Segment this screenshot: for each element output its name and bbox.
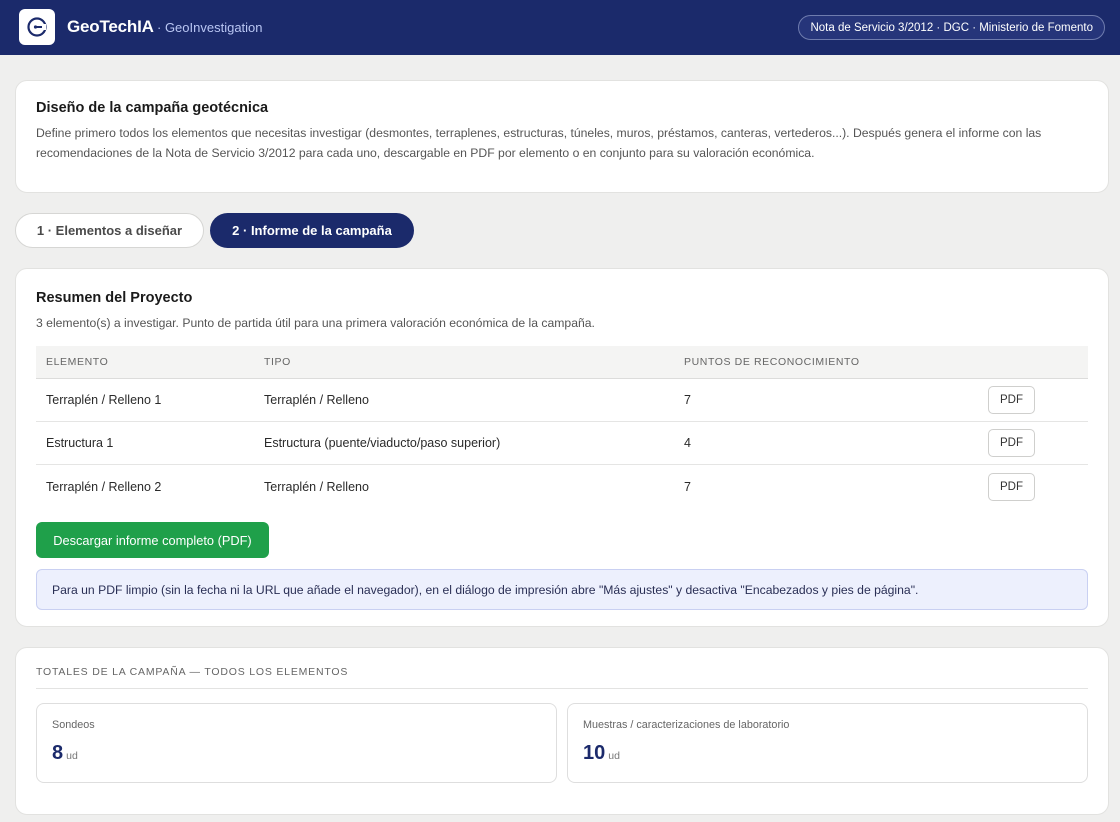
- normative-badge: Nota de Servicio 3/2012 · DGC · Minister…: [798, 15, 1105, 40]
- totals-heading: TOTALES DE LA CAMPAÑA — TODOS LOS ELEMEN…: [36, 666, 349, 678]
- tab-informe[interactable]: 2 · Informe de la campaña: [210, 213, 414, 248]
- cell-elemento: Estructura 1: [46, 436, 114, 450]
- stat-number: 10: [583, 742, 606, 764]
- stat-sondeos: Sondeos 8 ud: [36, 703, 557, 783]
- app-logo[interactable]: [19, 9, 55, 45]
- download-full-report-button[interactable]: Descargar informe completo (PDF): [36, 522, 269, 558]
- cell-elemento: Terraplén / Relleno 1: [46, 393, 162, 407]
- stat-value: 8 ud: [52, 742, 78, 765]
- column-header-elemento: ELEMENTO: [46, 356, 109, 368]
- table-header: ELEMENTO TIPO PUNTOS DE RECONOCIMIENTO: [36, 346, 1088, 379]
- table-row: Terraplén / Relleno 1 Terraplén / Rellen…: [36, 379, 1088, 422]
- intro-title: Diseño de la campaña geotécnica: [36, 100, 269, 116]
- stat-label: Muestras / caracterizaciones de laborato…: [583, 719, 790, 731]
- cell-puntos: 4: [684, 436, 691, 450]
- pdf-button[interactable]: PDF: [988, 429, 1035, 457]
- cell-tipo: Estructura (puente/viaducto/paso superio…: [264, 436, 501, 450]
- table-row: Terraplén / Relleno 2 Terraplén / Rellen…: [36, 465, 1088, 508]
- stat-muestras: Muestras / caracterizaciones de laborato…: [567, 703, 1088, 783]
- intro-text: Define primero todos los elementos que n…: [36, 126, 1042, 160]
- top-bar: GeoTechIA · GeoInvestigation Nota de Ser…: [0, 0, 1120, 55]
- summary-title: Resumen del Proyecto: [36, 290, 193, 306]
- brand-subtitle: · GeoInvestigation: [157, 20, 263, 35]
- logo-icon: [27, 17, 47, 37]
- cell-puntos: 7: [684, 479, 691, 494]
- cell-elemento: Terraplén / Relleno 2: [46, 479, 162, 494]
- brand-name: GeoTechIA: [67, 17, 154, 36]
- pdf-button[interactable]: PDF: [988, 472, 1035, 501]
- stat-unit: ud: [608, 750, 620, 762]
- stat-number: 8: [52, 742, 64, 764]
- summary-card: Resumen del Proyecto 3 elemento(s) a inv…: [15, 268, 1109, 627]
- cell-tipo: Terraplén / Relleno: [264, 479, 369, 494]
- stat-value: 10 ud: [583, 742, 620, 765]
- pdf-button[interactable]: PDF: [988, 386, 1035, 414]
- stat-unit: ud: [66, 750, 78, 762]
- intro-card: Diseño de la campaña geotécnica Define p…: [15, 80, 1109, 193]
- summary-subtitle: 3 elemento(s) a investigar. Punto de par…: [36, 316, 595, 330]
- divider: [36, 688, 1088, 689]
- elements-table: ELEMENTO TIPO PUNTOS DE RECONOCIMIENTO T…: [36, 346, 1088, 508]
- print-tip-notice: Para un PDF limpio (sin la fecha ni la U…: [36, 569, 1088, 610]
- tab-elementos[interactable]: 1 · Elementos a diseñar: [15, 213, 204, 248]
- cell-puntos: 7: [684, 393, 691, 407]
- column-header-puntos: PUNTOS DE RECONOCIMIENTO: [684, 356, 860, 368]
- stat-label: Sondeos: [52, 719, 95, 731]
- cell-tipo: Terraplén / Relleno: [264, 393, 369, 407]
- totals-card: TOTALES DE LA CAMPAÑA — TODOS LOS ELEMEN…: [15, 647, 1109, 815]
- table-row: Estructura 1 Estructura (puente/viaducto…: [36, 422, 1088, 465]
- column-header-tipo: TIPO: [264, 356, 291, 368]
